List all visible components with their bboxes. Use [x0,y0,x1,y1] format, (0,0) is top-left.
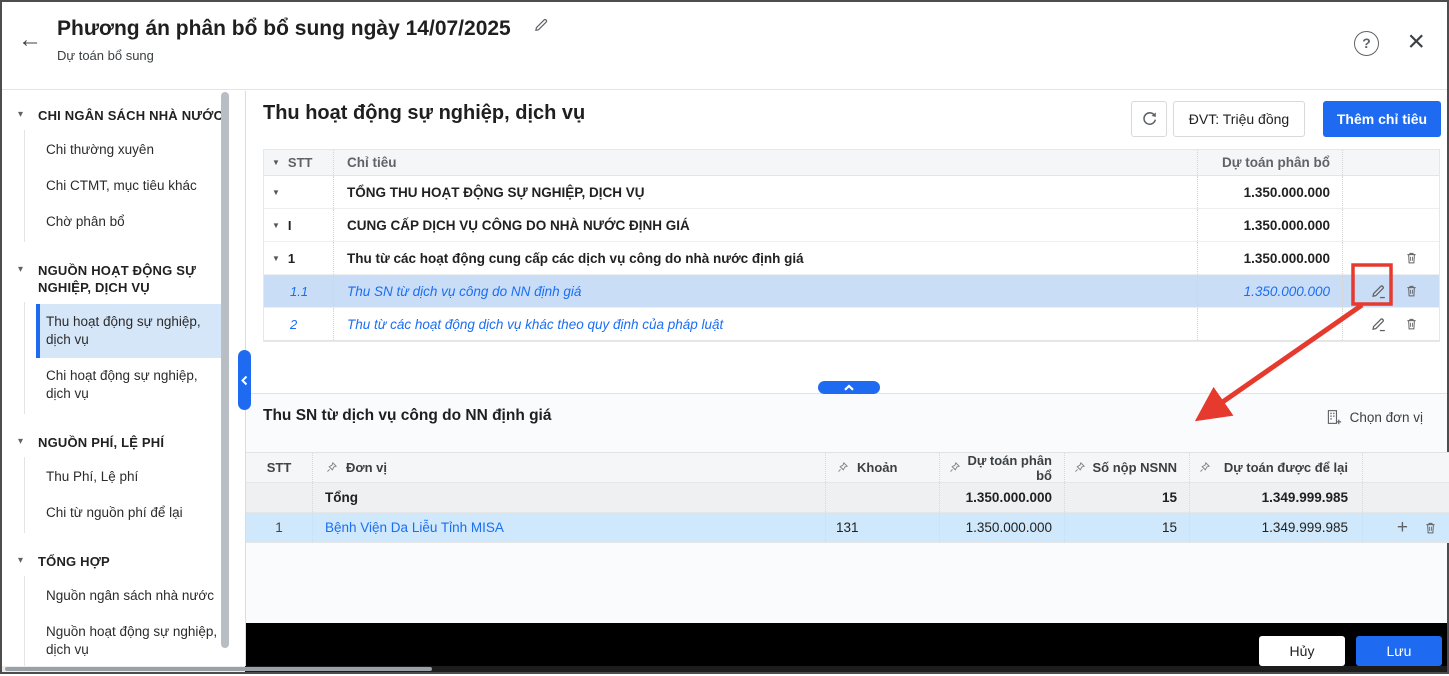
sidebar-scrollbar[interactable] [221,92,229,648]
table-row-1-1-selected[interactable]: 1.1 Thu SN từ dịch vụ công do NN định gi… [264,275,1439,308]
sidebar-item-chi-tu-nguon-phi[interactable]: Chi từ nguồn phí để lại [36,495,227,531]
app-header: ← Phương án phân bổ bổ sung ngày 14/07/2… [2,2,1447,90]
targets-table: ▼STT Chỉ tiêu Dự toán phân bổ ▼ TỔNG THU… [263,149,1440,342]
back-arrow-icon[interactable]: ← [18,28,42,52]
page-subtitle: Dự toán bổ sung [57,48,550,63]
collapse-triangle-icon[interactable]: ▾ [18,553,38,566]
sidebar-section-tong-hop: ▾ TỔNG HỢP Nguồn ngân sách nhà nước Nguồ… [18,549,227,666]
header-stt[interactable]: STT [246,453,313,482]
edit-icon[interactable] [1370,315,1388,333]
sidebar-collapse-handle[interactable] [238,350,251,410]
expand-triangle-icon[interactable]: ▼ [272,221,280,230]
header-khoan[interactable]: Khoản [826,453,940,482]
sidebar-item-cho-phan-bo[interactable]: Chờ phân bổ [36,204,227,240]
sidebar-section-header[interactable]: ▾ TỔNG HỢP [18,549,227,576]
collapse-triangle-icon[interactable]: ▾ [18,107,38,120]
triangle-down-icon: ▼ [272,158,280,167]
sidebar-item-chi-thuong-xuyen[interactable]: Chi thường xuyên [36,132,227,168]
section-title: Thu hoạt động sự nghiệp, dịch vụ [263,102,585,125]
sidebar-item-thu-phi[interactable]: Thu Phí, Lệ phí [36,459,227,495]
expand-triangle-icon[interactable]: ▼ [272,188,280,197]
sidebar-section-header[interactable]: ▾ NGUỒN HOẠT ĐỘNG SỰ NGHIỆP, DỊCH VỤ [18,258,227,302]
add-row-icon[interactable]: + [1397,520,1408,536]
unit-selector[interactable]: ĐVT: Triệu đồng [1173,101,1305,137]
pin-icon [948,461,961,474]
sidebar-item-chi-hoat-dong[interactable]: Chi hoạt động sự nghiệp, dịch vụ [36,358,227,412]
detail-panel: Thu SN từ dịch vụ công do NN định giá Ch… [246,393,1447,623]
table-header-row: ▼STT Chỉ tiêu Dự toán phân bổ [264,150,1439,176]
table-row-group-I[interactable]: ▼I CUNG CẤP DỊCH VỤ CÔNG DO NHÀ NƯỚC ĐỊN… [264,209,1439,242]
header-du-toan[interactable]: Dự toán phân bổ [1198,150,1343,175]
building-plus-icon [1325,408,1342,426]
sidebar-section-nguon-hoat-dong: ▾ NGUỒN HOẠT ĐỘNG SỰ NGHIỆP, DỊCH VỤ Thu… [18,258,227,414]
delete-icon[interactable] [1423,520,1438,536]
table-row-group-1[interactable]: ▼1 Thu từ các hoạt động cung cấp các dịc… [264,242,1439,275]
sidebar-item-chi-ctmt[interactable]: Chi CTMT, mục tiêu khác [36,168,227,204]
chevron-up-icon [843,384,855,392]
header-du-toan-de-lai[interactable]: Dự toán được để lại [1190,453,1363,482]
sidebar: ▾ CHI NGÂN SÁCH NHÀ NƯỚC Chi thường xuyê… [2,91,245,666]
units-total-row: Tổng 1.350.000.000 15 1.349.999.985 [246,483,1449,513]
collapse-triangle-icon[interactable]: ▾ [18,262,38,275]
sidebar-item-thu-hoat-dong[interactable]: Thu hoạt động sự nghiệp, dịch vụ [36,304,227,358]
edit-icon[interactable] [1370,282,1388,300]
units-table: STT Đơn vị Khoản Dự toán phân bổ Số nộp … [246,452,1449,543]
table-row-2[interactable]: 2 Thu từ các hoạt động dịch vụ khác theo… [264,308,1439,341]
sidebar-section-header[interactable]: ▾ CHI NGÂN SÁCH NHÀ NƯỚC [18,103,227,130]
choose-unit-button[interactable]: Chọn đơn vị [1325,408,1423,426]
sidebar-item-nguon-hoat-dong-tong-hop[interactable]: Nguồn hoạt động sự nghiệp, dịch vụ [36,614,227,666]
delete-icon[interactable] [1404,283,1419,299]
delete-icon[interactable] [1404,316,1419,332]
header-du-toan-phan-bo[interactable]: Dự toán phân bổ [940,453,1065,482]
detail-title: Thu SN từ dịch vụ công do NN định giá [263,407,551,425]
help-icon[interactable]: ? [1354,31,1379,56]
collapse-panel-button[interactable] [818,381,880,394]
horizontal-scrollbar-thumb[interactable] [5,667,432,671]
sidebar-section-chi-ngan-sach: ▾ CHI NGÂN SÁCH NHÀ NƯỚC Chi thường xuyê… [18,103,227,242]
page-title: Phương án phân bổ bổ sung ngày 14/07/202… [57,17,511,41]
units-header-row: STT Đơn vị Khoản Dự toán phân bổ Số nộp … [246,453,1449,483]
edit-title-icon[interactable] [533,16,550,33]
header-stt[interactable]: ▼STT [264,150,334,175]
units-data-row[interactable]: 1 Bệnh Viện Da Liễu Tỉnh MISA 131 1.350.… [246,513,1449,543]
table-row-total[interactable]: ▼ TỔNG THU HOẠT ĐỘNG SỰ NGHIỆP, DỊCH VỤ … [264,176,1439,209]
refresh-icon [1140,110,1159,129]
pin-icon [1073,461,1086,474]
header-so-nop-nsnn[interactable]: Số nộp NSNN [1065,453,1190,482]
collapse-triangle-icon[interactable]: ▾ [18,434,38,447]
pin-icon [1198,461,1211,474]
pin-icon [325,461,338,474]
chevron-left-icon [240,375,249,386]
expand-triangle-icon[interactable]: ▼ [272,254,280,263]
delete-icon[interactable] [1404,250,1419,266]
save-button[interactable]: Lưu [1356,636,1442,666]
sidebar-section-nguon-phi: ▾ NGUỒN PHÍ, LỆ PHÍ Thu Phí, Lệ phí Chi … [18,430,227,533]
cancel-button[interactable]: Hủy [1259,636,1345,666]
sidebar-item-nguon-ngan-sach[interactable]: Nguồn ngân sách nhà nước [36,578,227,614]
close-icon[interactable]: × [1407,24,1425,60]
main-content: Thu hoạt động sự nghiệp, dịch vụ ĐVT: Tr… [245,91,1447,666]
add-target-button[interactable]: Thêm chỉ tiêu [1323,101,1441,137]
pin-icon [836,461,849,474]
footer-bar: Hủy Lưu [246,623,1447,670]
sidebar-section-header[interactable]: ▾ NGUỒN PHÍ, LỆ PHÍ [18,430,227,457]
header-chi-tieu[interactable]: Chỉ tiêu [334,150,1198,175]
horizontal-scrollbar-track [2,666,1447,672]
refresh-button[interactable] [1131,101,1167,137]
header-don-vi[interactable]: Đơn vị [313,453,826,482]
